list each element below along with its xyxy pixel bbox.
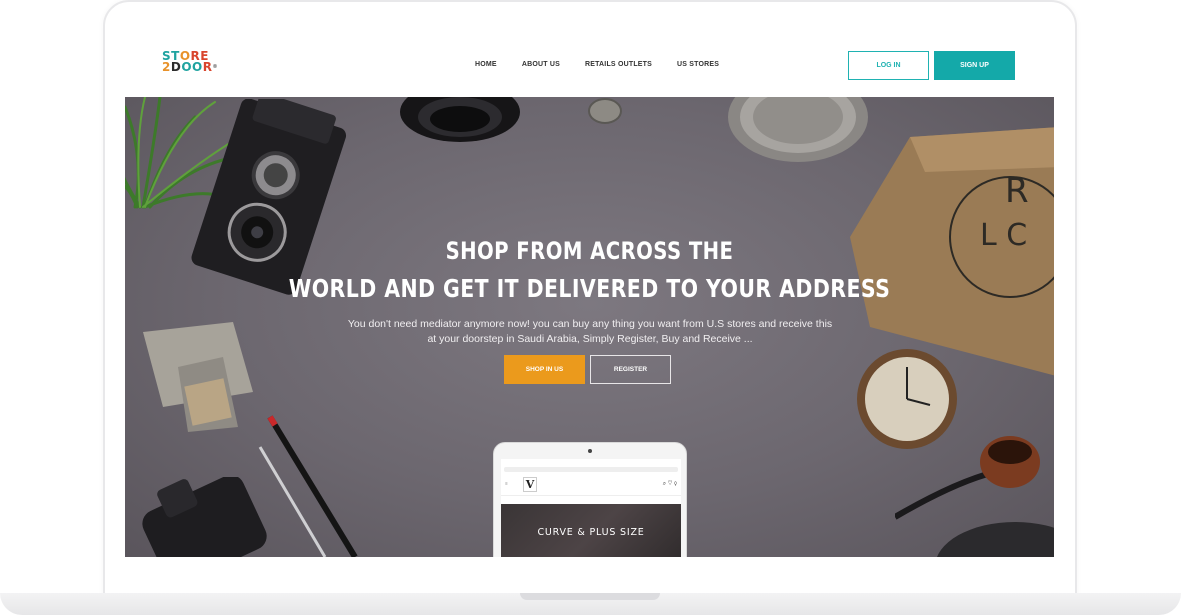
lens-image bbox=[400, 97, 520, 142]
nav-about-us[interactable]: ABOUT US bbox=[522, 61, 560, 68]
register-button[interactable]: REGISTER bbox=[590, 355, 671, 384]
hero-title-line-2: WORLD AND GET IT DELIVERED TO YOUR ADDRE… bbox=[288, 274, 891, 303]
tablet-header-icons: ⌕ ♡ ⚲ bbox=[662, 481, 677, 487]
camera-image bbox=[191, 99, 347, 295]
nav-home[interactable]: HOME bbox=[475, 61, 497, 68]
tablet-banner: CURVE & PLUS SIZE bbox=[501, 504, 681, 557]
tablet-mockup: ☰ V ⌕ ♡ ⚲ CURVE & PLUS SIZE bbox=[493, 442, 687, 557]
tablet-site-header: ☰ V ⌕ ♡ ⚲ bbox=[501, 474, 681, 496]
logo-part: D bbox=[170, 60, 182, 74]
ink-bottle-image bbox=[142, 477, 267, 557]
shop-in-us-button[interactable]: SHOP IN US bbox=[504, 355, 585, 384]
tablet-url-field bbox=[504, 467, 678, 472]
tablet-menu-icon: ☰ bbox=[505, 482, 508, 486]
cigarette-case-image bbox=[143, 322, 253, 432]
coin-image bbox=[588, 98, 622, 124]
logo-line-2: 2DOOR® bbox=[162, 60, 222, 74]
store2door-logo[interactable]: STORE 2DOOR® bbox=[162, 50, 222, 81]
tablet-screen: ☰ V ⌕ ♡ ⚲ CURVE & PLUS SIZE bbox=[501, 459, 681, 557]
tablet-url-bar bbox=[501, 465, 681, 474]
hero-section: R L C SHOP FROM ACROSS THE WORLD AND GET… bbox=[125, 97, 1054, 557]
logo-registered: ® bbox=[212, 64, 218, 70]
logo-part: OO bbox=[181, 60, 203, 74]
hero-subtitle-line-1: You don't need mediator anymore now! you… bbox=[347, 318, 833, 330]
signup-button[interactable]: SIGN UP bbox=[934, 51, 1015, 80]
tablet-site-logo: V bbox=[523, 477, 537, 492]
hero-subtitle-line-2: at your doorstep in Saudi Arabia, Simply… bbox=[427, 333, 753, 345]
website-screen: STORE 2DOOR® HOME ABOUT US RETAILS OUTLE… bbox=[125, 35, 1054, 557]
glass-jar-image bbox=[937, 522, 1054, 557]
laptop-base bbox=[0, 593, 1181, 615]
hero-title-line-1: SHOP FROM ACROSS THE bbox=[445, 237, 734, 265]
main-menu: HOME ABOUT US RETAILS OUTLETS US STORES bbox=[475, 61, 719, 68]
svg-text:R: R bbox=[1005, 171, 1029, 211]
laptop-notch bbox=[520, 593, 660, 600]
top-navbar: STORE 2DOOR® HOME ABOUT US RETAILS OUTLE… bbox=[125, 35, 1054, 97]
tablet-camera bbox=[588, 449, 592, 453]
logo-part: R bbox=[202, 60, 213, 74]
logo-part: 2 bbox=[162, 60, 171, 74]
nav-retails-outlets[interactable]: RETAILS OUTLETS bbox=[585, 61, 652, 68]
hero-subtitle: You don't need mediator anymore now! you… bbox=[335, 317, 845, 347]
tablet-banner-text: CURVE & PLUS SIZE bbox=[537, 527, 645, 538]
nav-us-stores[interactable]: US STORES bbox=[677, 61, 719, 68]
svg-text:L C: L C bbox=[980, 218, 1027, 253]
login-button[interactable]: LOG IN bbox=[848, 51, 929, 80]
